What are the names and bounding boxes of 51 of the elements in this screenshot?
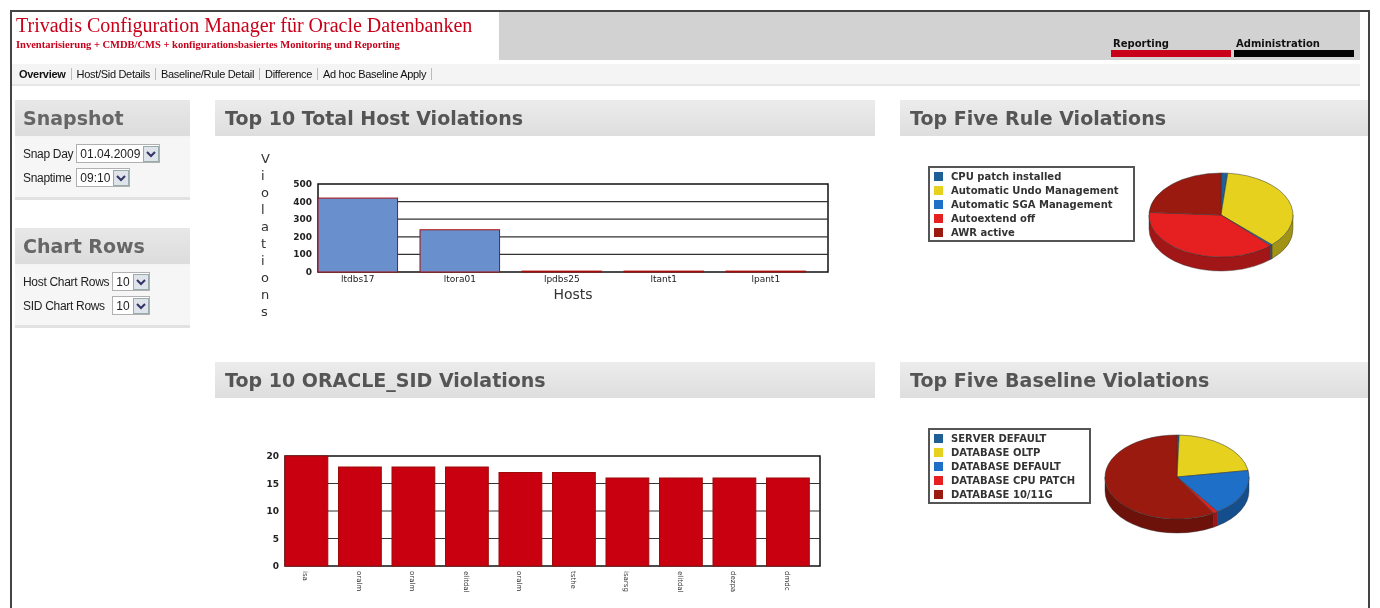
legend-label: DATABASE DEFAULT xyxy=(951,461,1061,472)
axis-tick-label: 400 xyxy=(293,196,312,207)
field-label: Snap Day xyxy=(22,146,74,161)
panel-heading: Top Five Rule Violations xyxy=(900,100,1368,136)
axis-tick-label: 15 xyxy=(266,478,279,489)
select-field[interactable]: 01.04.2009 xyxy=(76,144,161,163)
panel-heading: Top Five Baseline Violations xyxy=(900,362,1368,398)
nav-tab[interactable]: Reporting xyxy=(1111,38,1231,57)
legend-label: DATABASE OLTP xyxy=(951,447,1041,458)
axis-tick-label: 0 xyxy=(305,267,312,277)
legend-label: Autoextend off xyxy=(951,213,1036,224)
panel-heading: Snapshot xyxy=(15,100,190,138)
legend-label: Automatic SGA Management xyxy=(951,199,1113,210)
axis-title: Violations xyxy=(261,150,274,320)
axis-tick-label: 200 xyxy=(293,231,312,242)
panel-heading: Top 10 Total Host Violations xyxy=(215,100,875,136)
legend-label: Automatic Undo Management xyxy=(951,185,1119,196)
legend-label: DATABASE CPU PATCH xyxy=(951,475,1076,486)
nav-link[interactable]: Baseline/Rule Detail xyxy=(156,68,261,80)
field-label: Snaptime xyxy=(22,170,72,185)
field-label: SID Chart Rows xyxy=(22,298,105,313)
axis-tick-label: 20 xyxy=(266,451,279,461)
app-subtitle: Inventarisierung + CMDB/CMS + konfigurationsbasiertes Monitoring und Reporting xyxy=(16,39,401,50)
nav-tab[interactable]: Administration xyxy=(1234,38,1354,57)
app-title: Trivadis Configuration Manager für Oracle Datenbanken xyxy=(16,14,474,37)
panel-heading: Top 10 ORACLE_SID Violations xyxy=(215,362,875,398)
axis-title: Hosts xyxy=(553,286,593,302)
select-field[interactable]: 09:10 xyxy=(76,168,131,187)
field-label: Host Chart Rows xyxy=(22,274,110,289)
legend-label: CPU patch installed xyxy=(951,171,1062,182)
category-label: ltdbs17 xyxy=(341,274,375,284)
axis-tick-label: 500 xyxy=(293,179,312,189)
axis-tick-label: 5 xyxy=(272,533,279,544)
axis-tick-label: 300 xyxy=(293,214,312,225)
nav-link[interactable]: Difference xyxy=(260,68,318,80)
category-label: ltora01 xyxy=(443,274,476,284)
legend-label: SERVER DEFAULT xyxy=(951,433,1047,444)
nav-link[interactable]: Overview xyxy=(14,68,72,80)
category-label: ltant1 xyxy=(650,274,678,284)
select-field[interactable]: 10 xyxy=(112,272,150,291)
axis-tick-label: 100 xyxy=(293,249,312,260)
legend-label: AWR active xyxy=(951,227,1015,238)
panel-heading: Chart Rows xyxy=(15,228,190,266)
select-field[interactable]: 10 xyxy=(112,296,150,315)
legend-label: DATABASE 10/11G xyxy=(951,489,1053,500)
category-label: lpant1 xyxy=(751,274,781,284)
category-label: lpdbs25 xyxy=(543,274,580,284)
axis-tick-label: 10 xyxy=(266,506,279,516)
nav-link[interactable]: Ad hoc Baseline Apply xyxy=(318,68,433,80)
nav-link[interactable]: Host/Sid Details xyxy=(71,68,156,80)
axis-tick-label: 0 xyxy=(272,561,279,571)
